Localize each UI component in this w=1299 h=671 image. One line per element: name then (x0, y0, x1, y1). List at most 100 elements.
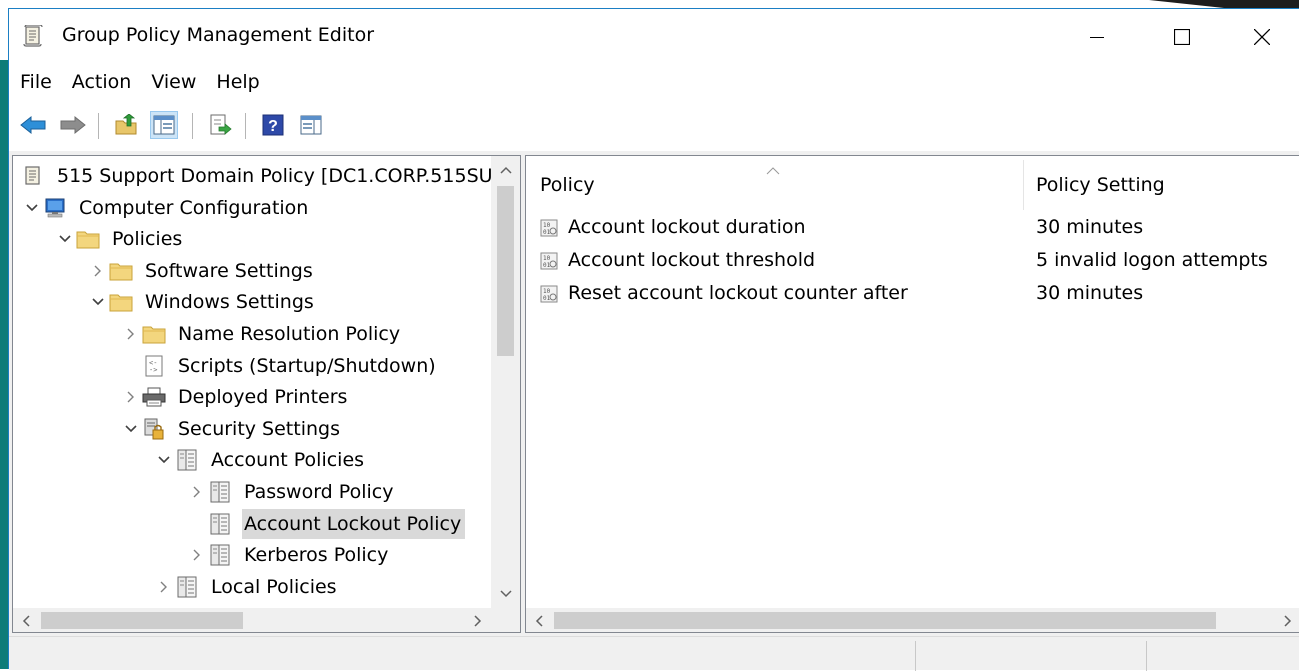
scroll-left-button[interactable] (13, 608, 39, 632)
tree-item[interactable]: Windows Settings (87, 287, 318, 317)
tree-item-label: Policies (112, 228, 183, 251)
scroll-left-button[interactable] (526, 608, 552, 632)
show-hide-action-pane-button[interactable] (297, 111, 325, 139)
svg-text:01: 01 (543, 295, 551, 302)
tree-vertical-scrollbar[interactable] (491, 156, 520, 608)
tree-item[interactable]: Security Settings (120, 414, 344, 444)
chevron-left-icon (535, 614, 543, 627)
tree-expander[interactable] (153, 572, 175, 602)
tree-expander[interactable] (120, 319, 142, 349)
tree-item[interactable]: 515 Support Domain Policy [DC1.CORP.515S… (21, 161, 507, 191)
tree-expander[interactable] (21, 193, 43, 223)
back-button[interactable] (19, 111, 47, 139)
chevron-right-icon (94, 265, 101, 277)
svg-text:->: -> (149, 366, 157, 374)
tree-item[interactable]: Password Policy (186, 477, 397, 507)
tree-expander[interactable] (186, 540, 208, 570)
toolbar-separator (192, 113, 193, 139)
scroll-right-button[interactable] (465, 608, 491, 632)
toolbar: ? (9, 105, 1299, 145)
up-one-level-button[interactable] (113, 111, 141, 139)
policy-setting-value: 5 invalid logon attempts (1036, 249, 1268, 271)
maximize-button[interactable] (1142, 9, 1222, 65)
tree-item[interactable]: Kerberos Policy (186, 540, 392, 570)
tree-expander[interactable] (120, 414, 142, 444)
help-button[interactable]: ? (259, 111, 287, 139)
tree-item-label: Account Lockout Policy (242, 508, 466, 539)
scroll-up-button[interactable] (491, 156, 520, 184)
folder-icon (76, 228, 100, 250)
policy-book-icon (208, 544, 232, 566)
chevron-right-icon (474, 614, 482, 627)
policy-setting-icon: 10 01 (540, 285, 558, 303)
show-hide-console-tree-button[interactable] (150, 111, 178, 139)
details-pane[interactable]: Policy Policy Setting 10 01 Account locko… (525, 155, 1299, 633)
chevron-up-icon (499, 166, 512, 174)
tree-item[interactable]: Account Lockout Policy (186, 508, 466, 539)
tree-item-label: Local Policies (211, 575, 337, 598)
tree-vertical-scroll-thumb[interactable] (497, 186, 514, 356)
tree-expander[interactable] (120, 382, 142, 412)
policy-row[interactable]: 10 01 Account lockout threshold 5 invalid… (526, 245, 1299, 278)
tree-item[interactable]: Software Settings (87, 256, 317, 286)
tree-item[interactable]: Account Policies (153, 445, 368, 475)
tree-horizontal-scrollbar[interactable] (13, 608, 520, 632)
policy-book-icon (208, 513, 232, 535)
forward-button[interactable] (59, 111, 87, 139)
policy-setting-value: 30 minutes (1036, 216, 1144, 238)
folder-icon (109, 260, 133, 282)
status-bar-separator (915, 641, 916, 671)
show-hide-action-pane-icon (300, 115, 322, 135)
tree-item[interactable]: <- -> Scripts (Startup/Shutdown) (120, 351, 440, 381)
window-title: Group Policy Management Editor (62, 24, 375, 46)
computer-icon (43, 197, 67, 219)
tree-item[interactable]: Computer Configuration (21, 193, 312, 223)
script-icon: <- -> (142, 355, 166, 377)
details-horizontal-scrollbar[interactable] (526, 608, 1299, 632)
minimize-button[interactable] (1057, 9, 1137, 65)
close-button[interactable] (1222, 9, 1299, 65)
svg-text:?: ? (268, 118, 278, 135)
details-horizontal-scroll-thumb[interactable] (554, 612, 1216, 629)
menu-help[interactable]: Help (205, 67, 268, 99)
tree-item-label: Kerberos Policy (244, 544, 389, 567)
policy-book-icon (175, 576, 199, 598)
maximize-icon (1174, 29, 1190, 45)
console-tree[interactable]: 515 Support Domain Policy [DC1.CORP.515S… (12, 155, 521, 633)
tree-expander (120, 351, 142, 381)
tree-expander[interactable] (54, 224, 76, 254)
tree-horizontal-scroll-thumb[interactable] (41, 612, 243, 629)
scroll-right-button[interactable] (1275, 608, 1299, 632)
gpo-scroll-icon (21, 165, 45, 187)
column-header-policy[interactable]: Policy (540, 156, 1020, 214)
show-hide-console-tree-icon (153, 115, 175, 135)
column-header-policy-setting[interactable]: Policy Setting (1036, 156, 1296, 214)
tree-expander[interactable] (153, 445, 175, 475)
scroll-down-button[interactable] (491, 580, 520, 608)
chevron-down-icon (125, 425, 137, 432)
policy-row[interactable]: 10 01 Reset account lockout counter after… (526, 278, 1299, 311)
menu-view[interactable]: View (140, 67, 205, 99)
tree-item[interactable]: Policies (54, 224, 186, 254)
export-list-button[interactable] (207, 111, 235, 139)
tree-item[interactable]: Deployed Printers (120, 382, 351, 412)
forward-arrow-icon (60, 115, 86, 135)
tree-expander[interactable] (186, 477, 208, 507)
column-divider[interactable] (1023, 160, 1024, 210)
tree-expander[interactable] (87, 256, 109, 286)
tree-item-label: Security Settings (178, 417, 340, 440)
tree-item-label: Account Policies (211, 449, 365, 472)
svg-text:01: 01 (543, 229, 551, 236)
tree-expander[interactable] (87, 287, 109, 317)
tree-item-label: Windows Settings (145, 291, 314, 314)
chevron-right-icon (193, 486, 200, 498)
help-icon: ? (262, 114, 284, 136)
tree-item[interactable]: Local Policies (153, 572, 341, 602)
menu-action[interactable]: Action (61, 67, 141, 99)
menu-file[interactable]: File (9, 67, 61, 99)
tree-item[interactable]: Name Resolution Policy (120, 319, 404, 349)
policy-row[interactable]: 10 01 Account lockout duration 30 minutes (526, 212, 1299, 245)
status-bar (9, 636, 1299, 671)
chevron-right-icon (127, 391, 134, 403)
menu-bar: File Action View Help (9, 67, 269, 99)
